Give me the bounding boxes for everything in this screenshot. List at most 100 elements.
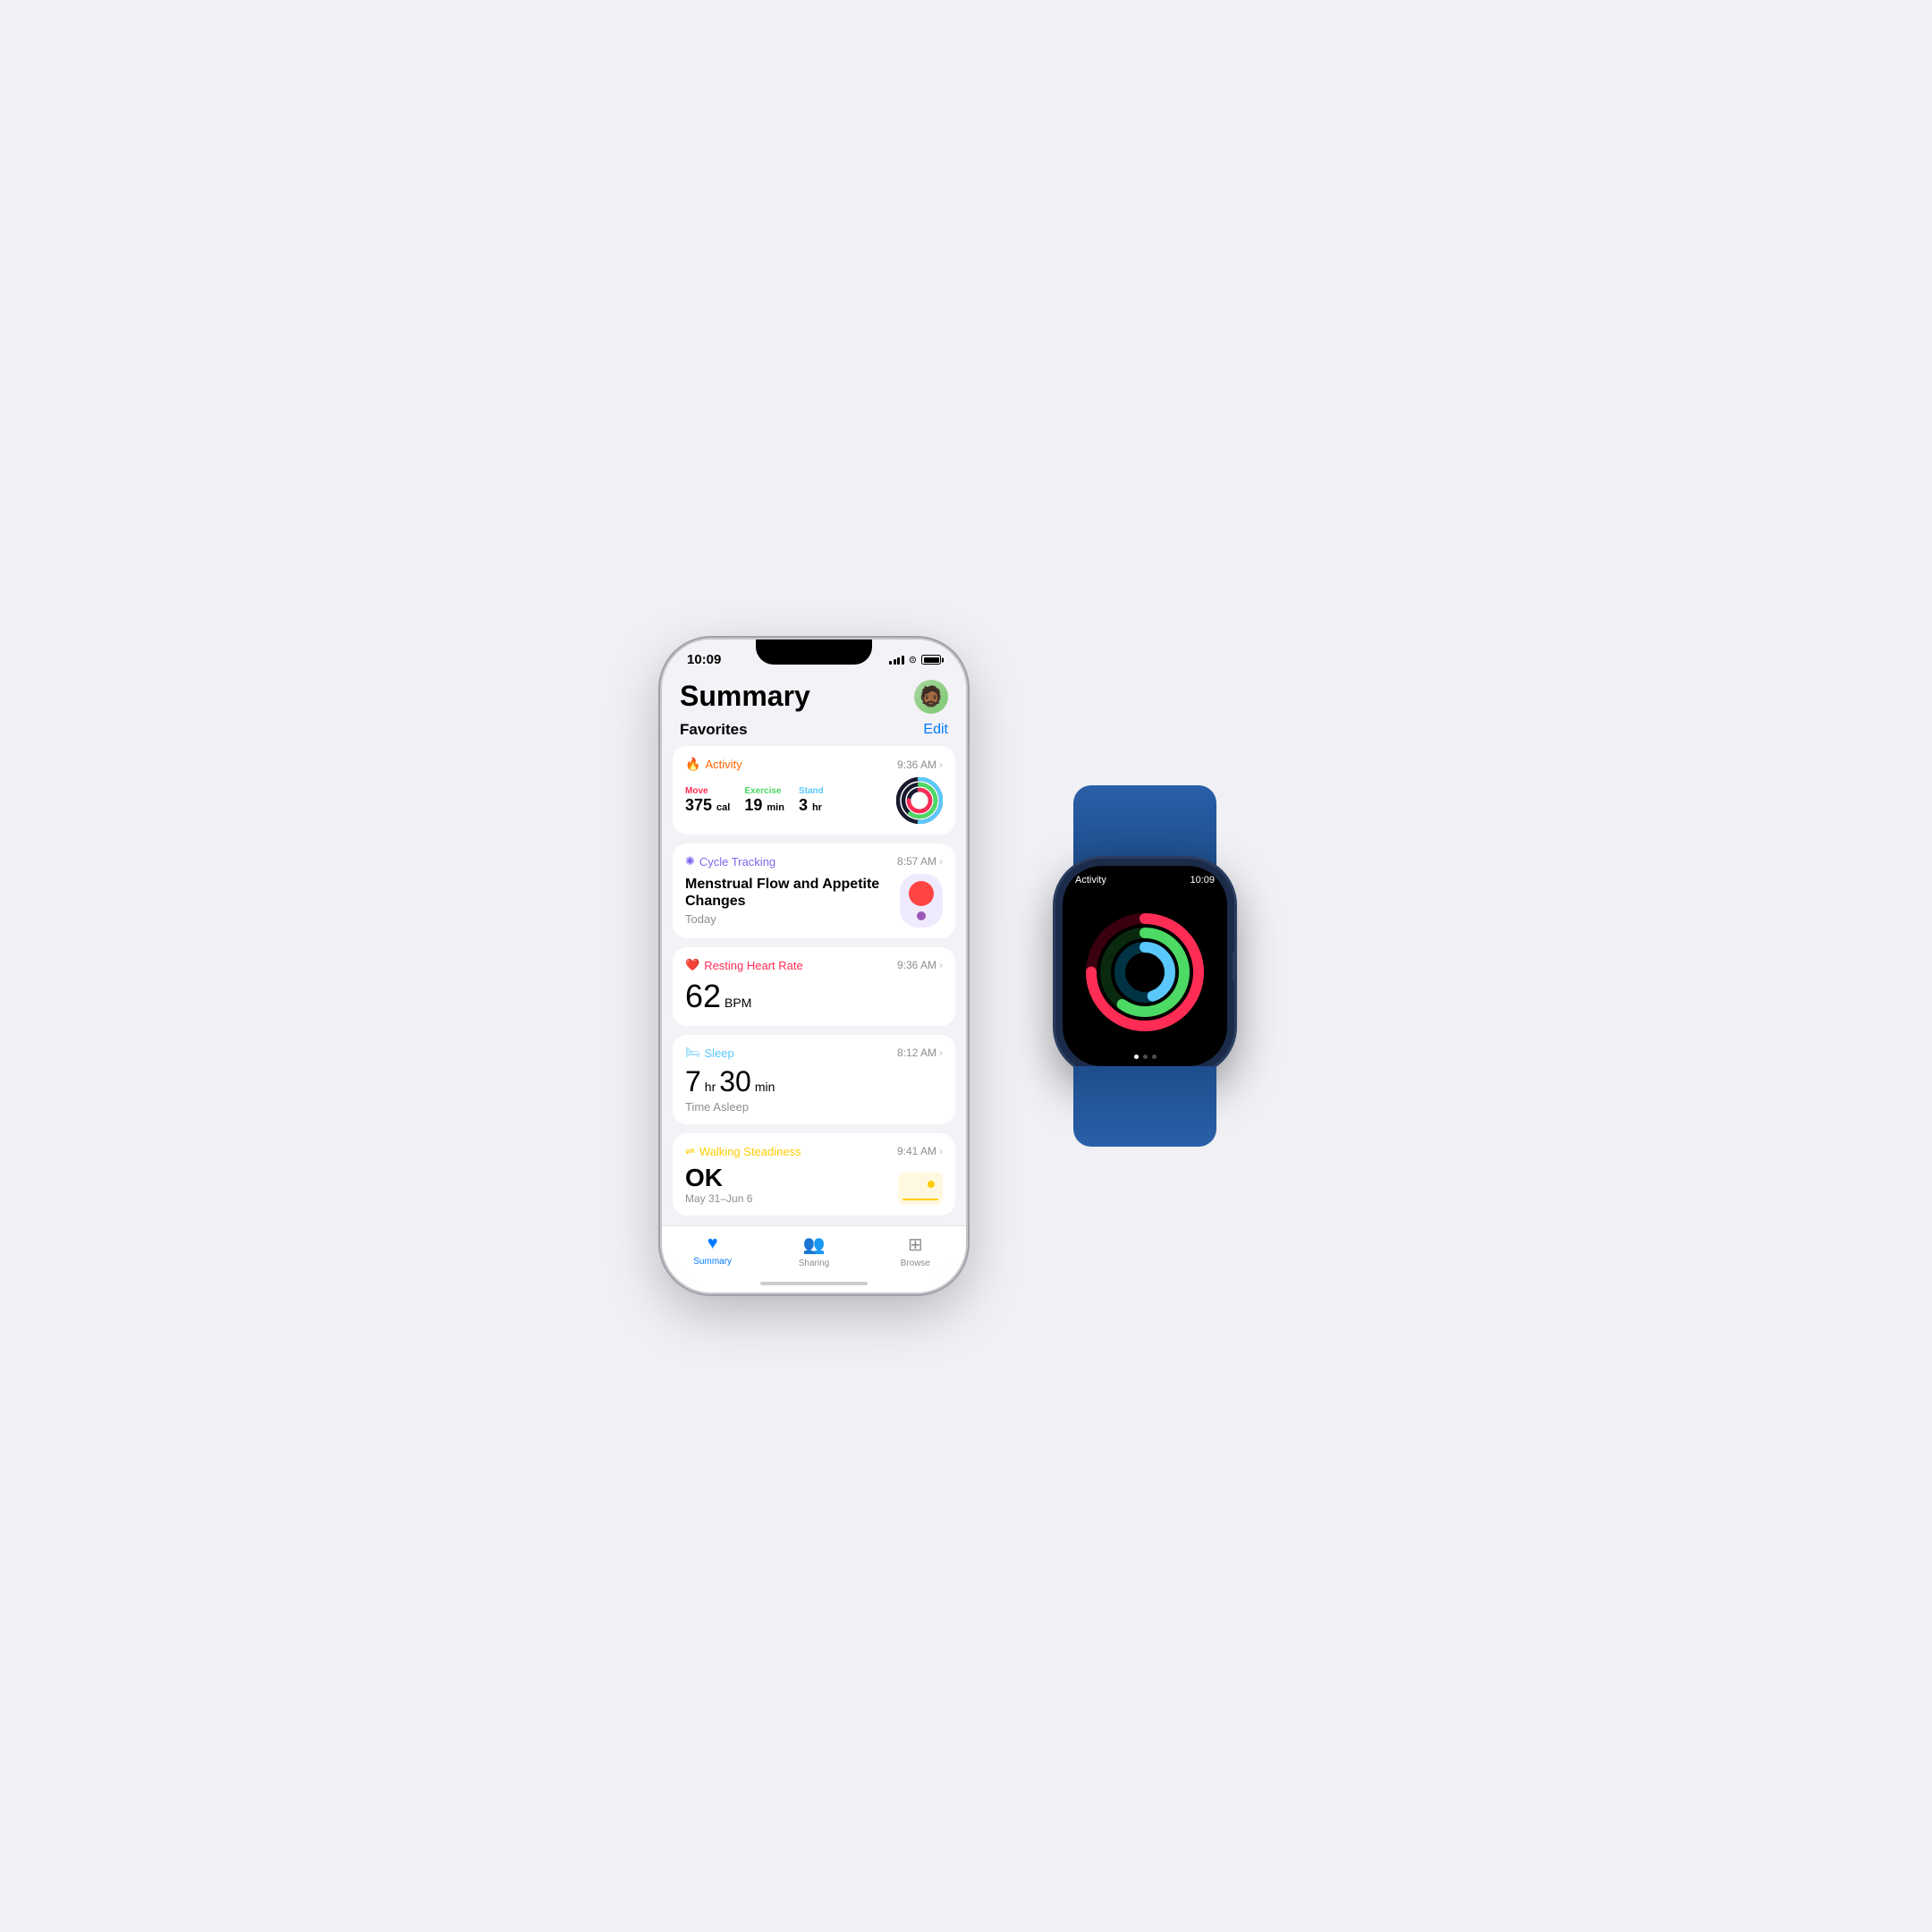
watch-app-name: Activity bbox=[1075, 875, 1106, 886]
cycle-dot-large bbox=[909, 881, 934, 906]
sleep-icon: 🛏 bbox=[685, 1046, 700, 1060]
cycle-icon: ✺ bbox=[685, 854, 695, 869]
walking-chart bbox=[898, 1173, 943, 1205]
cycle-text: Menstrual Flow and Appetite Changes Toda… bbox=[685, 876, 900, 926]
sleep-card-header: 🛏 Sleep 8:12 AM › bbox=[685, 1046, 943, 1060]
watch-time: 10:09 bbox=[1190, 875, 1215, 886]
apple-watch: Activity 10:09 → bbox=[1020, 778, 1270, 1154]
heart-time: 9:36 AM › bbox=[897, 959, 943, 971]
heart-chevron: › bbox=[939, 959, 943, 971]
heart-icon: ❤️ bbox=[685, 958, 699, 972]
stand-value: 3 hr bbox=[799, 796, 824, 815]
scene: 10:09 ⊜ Summary 🧔🏾 bbox=[590, 568, 1342, 1364]
cycle-card[interactable]: ✺ Cycle Tracking 8:57 AM › Menstrual Flo… bbox=[673, 843, 955, 938]
cycle-subtext: Today bbox=[685, 912, 900, 926]
watch-body: Activity 10:09 → bbox=[1055, 859, 1234, 1073]
cycle-title: Cycle Tracking bbox=[699, 855, 775, 869]
walking-icon: ⇌ bbox=[685, 1144, 695, 1158]
cycle-dot-small bbox=[917, 911, 926, 920]
page-title: Summary bbox=[680, 680, 810, 713]
walking-body: OK May 31–Jun 6 bbox=[685, 1164, 943, 1205]
tab-summary[interactable]: ♥ Summary bbox=[662, 1233, 763, 1267]
sleep-sublabel: Time Asleep bbox=[685, 1100, 943, 1114]
signal-bar-2 bbox=[894, 659, 896, 665]
sharing-tab-icon: 👥 bbox=[803, 1233, 826, 1256]
home-indicator bbox=[760, 1282, 868, 1285]
stand-label: Stand bbox=[799, 786, 824, 796]
signal-bar-1 bbox=[889, 661, 892, 665]
sleep-title-row: 🛏 Sleep bbox=[685, 1046, 734, 1060]
battery-icon bbox=[921, 655, 941, 665]
walking-title: Walking Steadiness bbox=[699, 1145, 801, 1158]
sharing-tab-label: Sharing bbox=[799, 1258, 829, 1268]
status-icons: ⊜ bbox=[889, 654, 941, 665]
iphone: 10:09 ⊜ Summary 🧔🏾 bbox=[662, 640, 966, 1292]
move-stat: Move 375 cal bbox=[685, 786, 730, 815]
sleep-value: 7 hr 30 min bbox=[685, 1065, 943, 1098]
walking-chevron: › bbox=[939, 1145, 943, 1157]
sleep-hours: 7 bbox=[685, 1065, 701, 1098]
summary-tab-label: Summary bbox=[693, 1257, 732, 1267]
cycle-body: Menstrual Flow and Appetite Changes Toda… bbox=[685, 874, 943, 928]
watch-dot-3 bbox=[1152, 1055, 1157, 1059]
watch-dot-1 bbox=[1134, 1055, 1139, 1059]
move-label: Move bbox=[685, 786, 730, 796]
wifi-icon: ⊜ bbox=[909, 654, 917, 665]
tab-sharing[interactable]: 👥 Sharing bbox=[763, 1233, 864, 1268]
signal-bar-4 bbox=[902, 656, 904, 665]
cycle-title-row: ✺ Cycle Tracking bbox=[685, 854, 775, 869]
battery-fill bbox=[924, 657, 939, 663]
sleep-card[interactable]: 🛏 Sleep 8:12 AM › 7 hr 30 min bbox=[673, 1035, 955, 1124]
avatar[interactable]: 🧔🏾 bbox=[914, 680, 948, 714]
watch-crown bbox=[1233, 950, 1234, 982]
heart-title-row: ❤️ Resting Heart Rate bbox=[685, 958, 803, 972]
sleep-minutes: 30 bbox=[719, 1065, 751, 1098]
walking-card-header: ⇌ Walking Steadiness 9:41 AM › bbox=[685, 1144, 943, 1158]
activity-title-row: 🔥 Activity bbox=[685, 757, 742, 772]
svg-text:↑: ↑ bbox=[1167, 969, 1172, 979]
walking-card[interactable]: ⇌ Walking Steadiness 9:41 AM › OK May 31… bbox=[673, 1133, 955, 1216]
heart-value: 62 BPM bbox=[685, 978, 943, 1015]
cycle-card-header: ✺ Cycle Tracking 8:57 AM › bbox=[685, 854, 943, 869]
watch-dot-2 bbox=[1143, 1055, 1148, 1059]
watch-status-bar: Activity 10:09 bbox=[1063, 866, 1227, 889]
exercise-stat: Exercise 19 min bbox=[744, 786, 784, 815]
walking-title-row: ⇌ Walking Steadiness bbox=[685, 1144, 801, 1158]
activity-card[interactable]: 🔥 Activity 9:36 AM › Move 375 cal bbox=[673, 746, 955, 835]
favorites-header: Favorites Edit bbox=[662, 717, 966, 746]
sleep-time: 8:12 AM › bbox=[897, 1046, 943, 1059]
bpm-unit: BPM bbox=[724, 996, 751, 1010]
browse-tab-label: Browse bbox=[901, 1258, 930, 1268]
browse-tab-icon: ⊞ bbox=[908, 1233, 923, 1256]
walking-text: OK May 31–Jun 6 bbox=[685, 1164, 752, 1205]
activity-time: 9:36 AM › bbox=[897, 758, 943, 771]
sleep-chevron: › bbox=[939, 1046, 943, 1059]
tab-browse[interactable]: ⊞ Browse bbox=[865, 1233, 966, 1268]
cycle-heading: Menstrual Flow and Appetite Changes bbox=[685, 876, 900, 910]
watch-band-bottom bbox=[1073, 1066, 1216, 1147]
iphone-notch bbox=[756, 640, 872, 665]
svg-text:→: → bbox=[1192, 969, 1201, 979]
heart-title: Resting Heart Rate bbox=[704, 959, 803, 972]
heart-card-header: ❤️ Resting Heart Rate 9:36 AM › bbox=[685, 958, 943, 972]
cycle-chevron: › bbox=[939, 855, 943, 868]
favorites-label: Favorites bbox=[680, 721, 748, 739]
watch-dots bbox=[1063, 1055, 1227, 1066]
sleep-min-unit: min bbox=[755, 1080, 775, 1094]
walking-value: OK bbox=[685, 1164, 752, 1192]
summary-tab-icon: ♥ bbox=[708, 1233, 718, 1254]
stand-stat: Stand 3 hr bbox=[799, 786, 824, 815]
watch-band-top bbox=[1073, 785, 1216, 866]
activity-stats: Move 375 cal Exercise 19 min Stand 3 hr bbox=[685, 777, 943, 824]
activity-icon: 🔥 bbox=[685, 757, 700, 772]
iphone-screen: 10:09 ⊜ Summary 🧔🏾 bbox=[662, 640, 966, 1292]
sleep-hr-unit: hr bbox=[705, 1080, 716, 1094]
move-value: 375 cal bbox=[685, 796, 730, 815]
activity-card-header: 🔥 Activity 9:36 AM › bbox=[685, 757, 943, 772]
app-header: Summary 🧔🏾 bbox=[662, 673, 966, 717]
svg-text:→: → bbox=[1179, 969, 1188, 979]
edit-button[interactable]: Edit bbox=[923, 722, 948, 738]
exercise-label: Exercise bbox=[744, 786, 784, 796]
heart-rate-card[interactable]: ❤️ Resting Heart Rate 9:36 AM › 62 BPM bbox=[673, 947, 955, 1026]
cards-list: 🔥 Activity 9:36 AM › Move 375 cal bbox=[662, 746, 966, 1292]
